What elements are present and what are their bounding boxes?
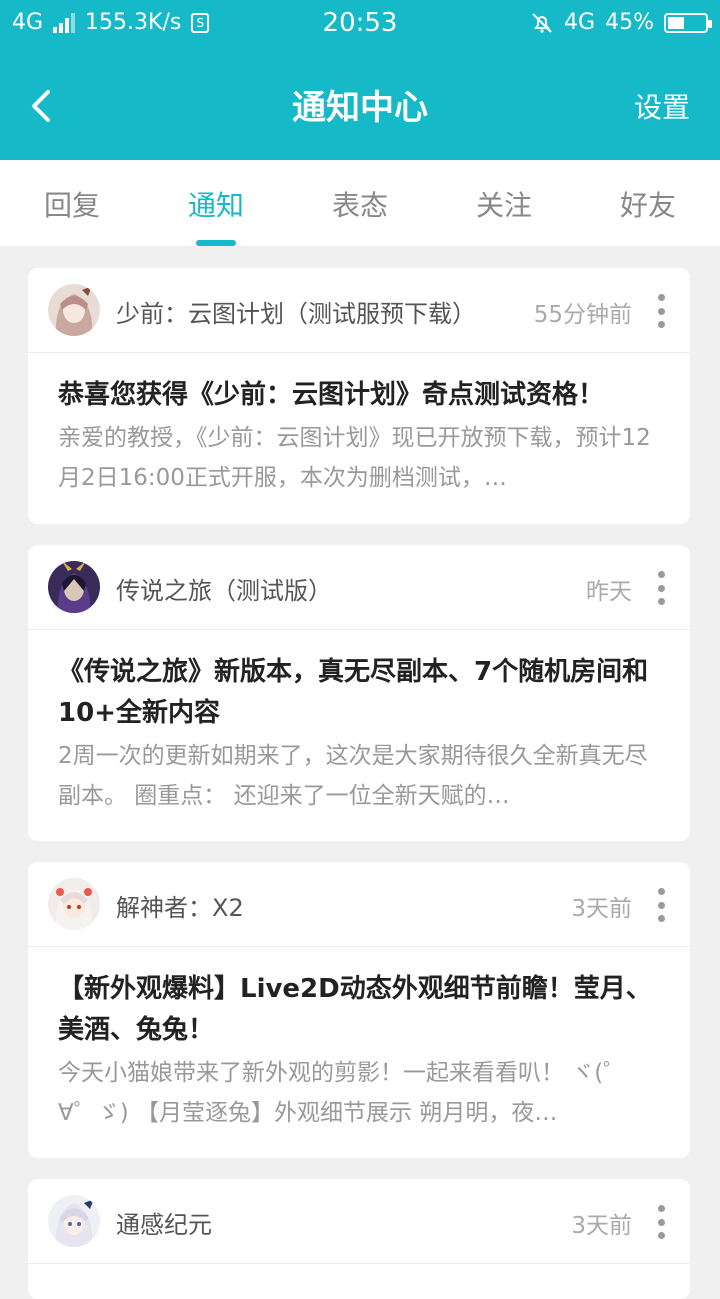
source-name[interactable]: 传说之旅（测试版）	[116, 571, 332, 606]
tab-follow[interactable]: 关注	[432, 184, 576, 224]
top-bar: 4G 155.3K/s S 20:53 4G 45% 通知中心 设置	[0, 0, 720, 160]
notification-title: 【新外观爆料】Live2D动态外观细节前瞻！莹月、美酒、兔兔！	[58, 974, 652, 1045]
notification-card[interactable]: 传说之旅（测试版） 昨天 《传说之旅》新版本，真无尽副本、7个随机房间和10+全…	[28, 545, 690, 841]
source-name[interactable]: 通感纪元	[116, 1205, 212, 1240]
tab-notice[interactable]: 通知	[144, 184, 288, 224]
avatar[interactable]	[48, 878, 100, 930]
notification-card[interactable]: 解神者：X2 3天前 【新外观爆料】Live2D动态外观细节前瞻！莹月、美酒、兔…	[28, 862, 690, 1158]
battery-icon	[664, 12, 712, 33]
tab-bar: 回复 通知 表态 关注 好友	[0, 160, 720, 246]
avatar[interactable]	[48, 561, 100, 613]
avatar[interactable]	[48, 284, 100, 336]
more-options-icon[interactable]	[654, 1205, 668, 1239]
notification-title: 恭喜您获得《少前：云图计划》奇点测试资格！	[58, 380, 605, 410]
notification-excerpt: 2周一次的更新如期来了，这次是大家期待很久全新真无尽副本。 圈重点： 还迎来了一…	[58, 743, 648, 809]
more-options-icon[interactable]	[654, 294, 668, 328]
notification-excerpt: 亲爱的教授，《少前：云图计划》现已开放预下载，预计12月2日16:00正式开服，…	[58, 425, 651, 491]
timestamp: 3天前	[571, 1213, 632, 1239]
source-name[interactable]: 解神者：X2	[116, 888, 244, 923]
more-options-icon[interactable]	[654, 571, 668, 605]
avatar[interactable]	[48, 1195, 100, 1247]
app-bar: 通知中心 设置	[0, 50, 720, 160]
notification-title: 《传说之旅》新版本，真无尽副本、7个随机房间和10+全新内容	[58, 657, 649, 728]
mute-bell-icon	[532, 12, 552, 33]
active-tab-indicator	[196, 240, 236, 246]
timestamp: 昨天	[586, 579, 632, 605]
timestamp: 3天前	[571, 896, 632, 922]
battery-text: 45%	[605, 10, 654, 35]
notification-excerpt: 今天小猫娘带来了新外观的剪影！一起来看看叭！ ヾ(゜∀゜ゞ) 【月莹逐兔】外观细…	[58, 1060, 627, 1126]
settings-button[interactable]: 设置	[634, 86, 690, 126]
timestamp: 55分钟前	[533, 302, 632, 328]
notification-card[interactable]: 少前：云图计划（测试服预下载） 55分钟前 恭喜您获得《少前：云图计划》奇点测试…	[28, 268, 690, 524]
source-name[interactable]: 少前：云图计划（测试服预下载）	[116, 294, 476, 329]
notification-card[interactable]: 通感纪元 3天前	[28, 1179, 690, 1299]
tab-friends[interactable]: 好友	[576, 184, 720, 224]
tab-reaction[interactable]: 表态	[288, 184, 432, 224]
status-bar: 4G 155.3K/s S 20:53 4G 45%	[0, 0, 720, 50]
page-title: 通知中心	[292, 88, 428, 128]
tab-reply[interactable]: 回复	[0, 184, 144, 224]
more-options-icon[interactable]	[654, 888, 668, 922]
network-type-2: 4G	[564, 10, 596, 35]
